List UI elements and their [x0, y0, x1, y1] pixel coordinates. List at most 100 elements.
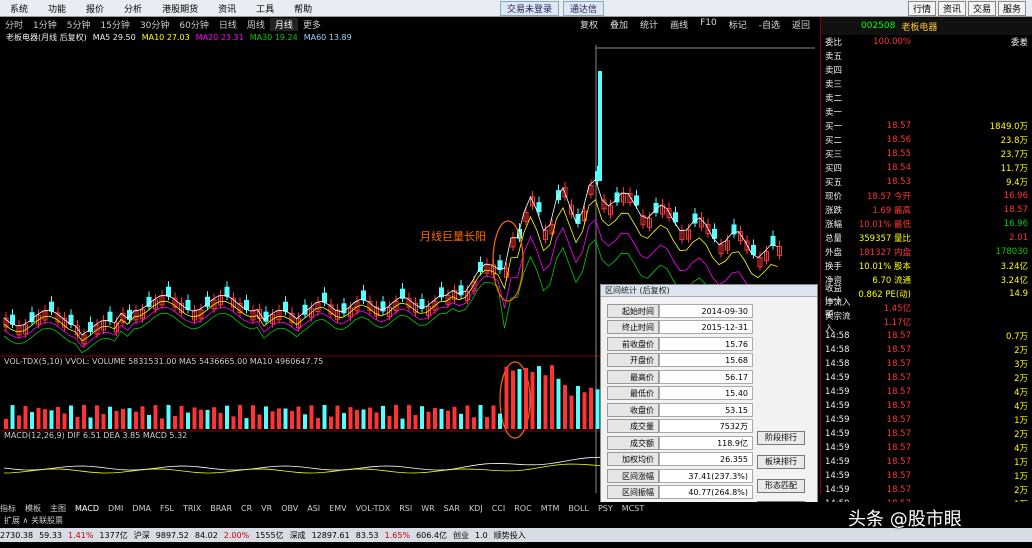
tool-overlay[interactable]: 叠加: [604, 18, 634, 31]
ma30-label: MA30 19.24: [249, 32, 298, 42]
brand-button[interactable]: 通达信: [563, 1, 605, 16]
indicator-tab[interactable]: RSI: [399, 504, 412, 513]
volume-bar: [400, 418, 405, 429]
stat-value[interactable]: 2014-09-30: [659, 303, 753, 318]
stat-row: 起始时间 2014-09-30: [607, 303, 753, 318]
indicator-tab[interactable]: 指标: [0, 503, 16, 514]
extension-label[interactable]: 扩展 ∧ 关联股票: [4, 515, 63, 526]
indicator-tab[interactable]: KDJ: [469, 504, 483, 513]
volume-bar: [251, 405, 255, 429]
volume-bar: [101, 413, 106, 429]
menu-tools[interactable]: 工具: [246, 2, 284, 15]
indicator-tab[interactable]: ROC: [514, 504, 531, 513]
tab-news[interactable]: 资讯: [937, 1, 966, 16]
tool-stat[interactable]: 统计: [634, 18, 664, 31]
volume-bar: [407, 405, 411, 429]
tool-mark[interactable]: 标记: [723, 18, 753, 31]
period-bar: 分时 1分钟 5分钟 15分钟 30分钟 60分钟 日线 周线 月线 更多 复权…: [0, 17, 820, 31]
period-more[interactable]: 更多: [298, 18, 326, 31]
quote-label: 涨幅: [825, 220, 843, 230]
indicator-tab[interactable]: CR: [241, 504, 252, 513]
indicator-tab[interactable]: ASI: [307, 504, 320, 513]
indicator-tab[interactable]: OBV: [281, 504, 298, 513]
indicator-tab[interactable]: VOL-TDX: [356, 504, 391, 513]
volume-bar: [218, 412, 223, 429]
volume-bar: [192, 407, 197, 429]
tick-row: 14:58 18.57 0.7万: [821, 329, 1032, 343]
period-fenshi[interactable]: 分时: [0, 18, 28, 31]
indicator-tab[interactable]: EMV: [329, 504, 346, 513]
volume-bar: [348, 407, 353, 429]
indicator-tab[interactable]: SAR: [444, 504, 460, 513]
trade-status-button[interactable]: 交易未登录: [500, 1, 560, 16]
volume-bar: [543, 375, 548, 429]
indicator-tab[interactable]: DMA: [132, 504, 151, 513]
indicator-tab[interactable]: MCST: [622, 504, 644, 513]
menu-news[interactable]: 资讯: [208, 2, 246, 15]
stat-value[interactable]: 2015-12-31: [659, 320, 753, 334]
quote-price: 1.69 最高: [872, 206, 911, 216]
tab-trade[interactable]: 交易: [967, 1, 996, 16]
quote-row: 买三 18.55 23.7万: [821, 147, 1032, 161]
tick-volume: 4万: [1014, 444, 1028, 454]
period-30min[interactable]: 30分钟: [135, 18, 174, 31]
indicator-tab[interactable]: TRIX: [183, 504, 201, 513]
status-item: 9897.52: [155, 530, 189, 540]
quote-row: 卖三: [821, 77, 1032, 91]
indicator-tab[interactable]: 模板: [25, 503, 41, 514]
volume-bar: [69, 405, 73, 429]
indicator-tab[interactable]: VR: [261, 504, 272, 513]
period-15min[interactable]: 15分钟: [95, 18, 134, 31]
dialog-title: 区间统计 (后复权): [601, 285, 817, 297]
volume-bar: [569, 395, 574, 429]
tool-back[interactable]: 返回: [786, 18, 816, 31]
menu-hk[interactable]: 港股期货: [152, 2, 208, 15]
indicator-tab[interactable]: DMI: [108, 504, 123, 513]
tick-row: 14:59 18.57 4万: [821, 441, 1032, 455]
tick-row: 14:59 18.57 2万: [821, 371, 1032, 385]
indicator-tab[interactable]: CCI: [492, 504, 506, 513]
quote-price: 1.45亿: [883, 304, 911, 314]
quote-label: 现价: [825, 192, 843, 202]
menu-function[interactable]: 功能: [38, 2, 76, 15]
period-5min[interactable]: 5分钟: [62, 18, 96, 31]
indicator-tab[interactable]: BRAR: [210, 504, 232, 513]
period-1min[interactable]: 1分钟: [28, 18, 62, 31]
quote-price: 18.57: [886, 121, 911, 131]
volume-bar: [576, 385, 580, 429]
menu-system[interactable]: 系统: [0, 2, 38, 15]
tab-service[interactable]: 服务: [997, 1, 1026, 16]
quote-row: 涨跌 1.69 最高 18.57: [821, 203, 1032, 217]
period-60min[interactable]: 60分钟: [174, 18, 213, 31]
status-item: 2730.38: [0, 530, 34, 540]
tool-fuquan[interactable]: 复权: [574, 18, 604, 31]
period-day[interactable]: 日线: [214, 18, 242, 31]
tool-f10[interactable]: F10: [694, 18, 723, 31]
indicator-tab[interactable]: MACD: [75, 504, 99, 513]
indicator-tab[interactable]: WR: [421, 504, 434, 513]
menu-help[interactable]: 帮助: [284, 2, 322, 15]
quote-value: 23.7万: [1000, 150, 1028, 160]
indicator-tab[interactable]: 主图: [50, 503, 66, 514]
tick-time: 14:59: [825, 471, 850, 481]
tick-time: 14:59: [825, 387, 850, 397]
volume-bar: [556, 378, 561, 429]
stat-row: 区间涨幅 37.41(237.3%): [607, 468, 753, 483]
tab-quote[interactable]: 行情: [907, 1, 936, 16]
indicator-tab[interactable]: FSL: [160, 504, 174, 513]
period-week[interactable]: 周线: [242, 18, 270, 31]
indicator-tab[interactable]: PSY: [598, 504, 613, 513]
indicator-tab[interactable]: MTM: [541, 504, 560, 513]
tool-favorite[interactable]: -自选: [753, 18, 786, 31]
indicator-tab[interactable]: BOLL: [568, 504, 589, 513]
pattern-match-button[interactable]: 形态匹配: [757, 479, 805, 493]
sector-rank-button[interactable]: 板块排行: [757, 455, 805, 469]
menu-quote[interactable]: 报价: [76, 2, 114, 15]
menu-analysis[interactable]: 分析: [114, 2, 152, 15]
volume-bar: [420, 406, 424, 429]
stage-rank-button[interactable]: 阶段排行: [757, 431, 805, 445]
tool-draw[interactable]: 画线: [664, 18, 694, 31]
tick-volume: 2万: [1014, 346, 1028, 356]
stat-label: 加权均价: [607, 452, 659, 466]
period-month[interactable]: 月线: [269, 17, 298, 31]
